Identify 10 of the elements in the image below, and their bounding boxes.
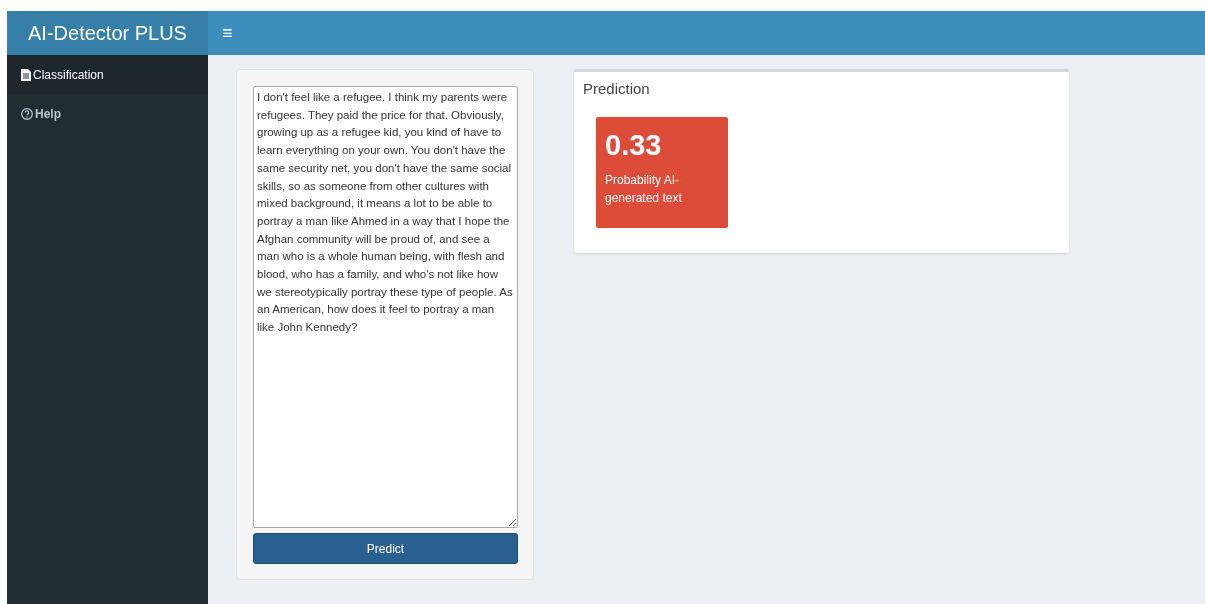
sidebar-item[interactable]: Help <box>7 94 208 133</box>
document-icon <box>21 68 31 81</box>
help-icon <box>21 107 33 120</box>
app-title: AI-Detector PLUS <box>7 11 208 55</box>
text-input-field[interactable]: I don't feel like a refugee. I think my parents were refugees. They paid the price for that. Obviously, growing up as a refugee kid, you kind of have to learn everything on your own. You don't have the same security net, you don't have the same social skills, so as someone from other cultures with mixed background, it means a lot to be able to portray a man like Ahmed in a way that I hope the Afghan community will be proud of, and see a man who is a whole human being, with flesh and blood, who has a family, and who's not like how we stereotypically portray these type of people. As an American, how does it feel to portray a man like John Kennedy? <box>253 86 518 528</box>
card-title: Prediction <box>583 79 651 99</box>
predict-button[interactable]: Predict <box>253 533 518 564</box>
sidebar-item[interactable]: Classification <box>7 55 208 94</box>
value-caption: Probability AI-generated text <box>605 171 683 207</box>
probability-value: 0.33 <box>605 127 663 163</box>
